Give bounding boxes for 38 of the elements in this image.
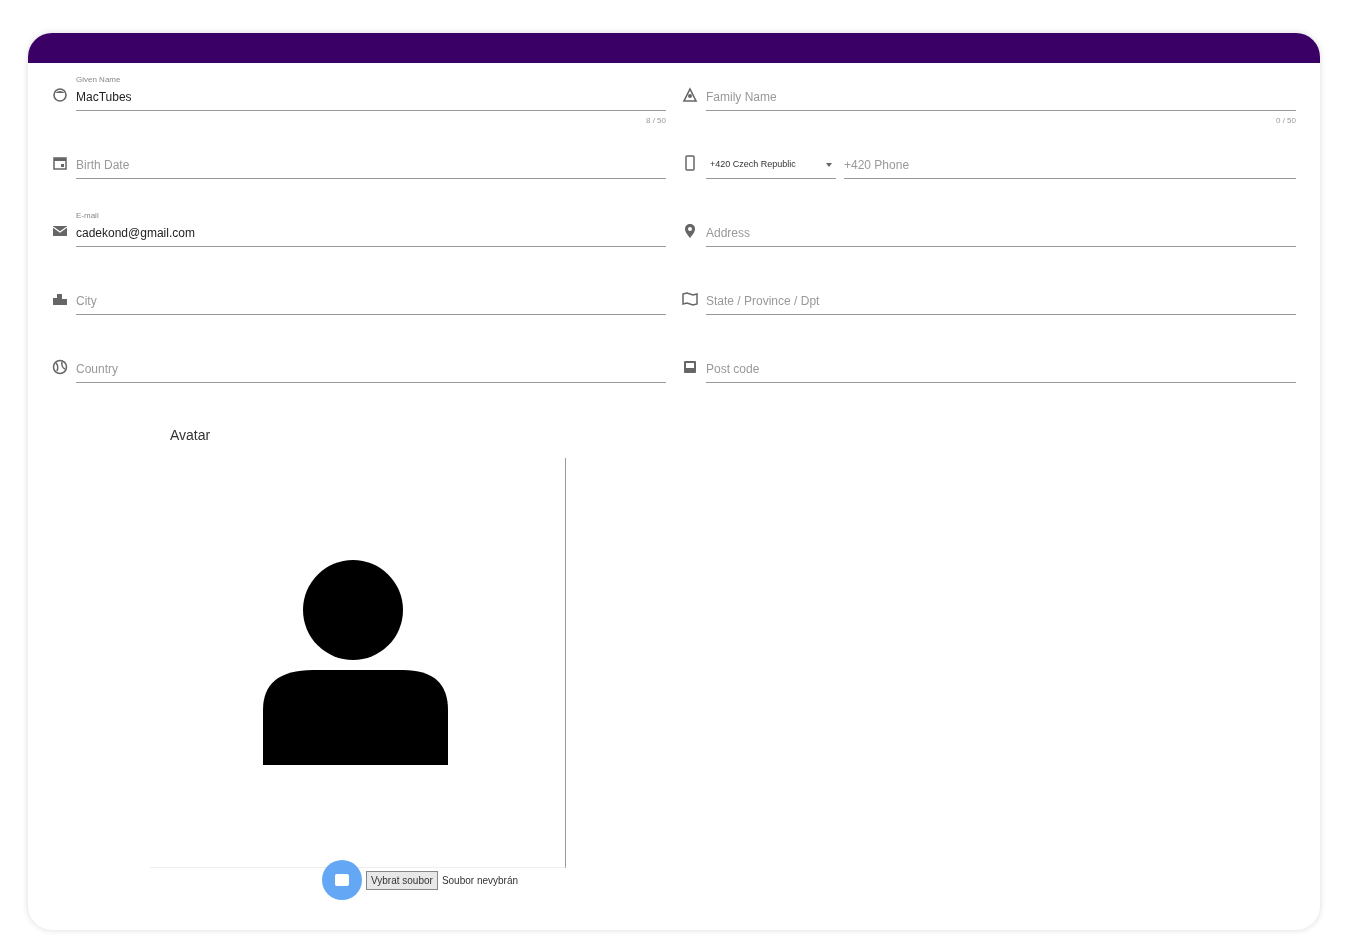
avatar-label: Avatar <box>170 426 212 445</box>
field-placeholder: City <box>76 293 98 310</box>
field-placeholder: State / Province / Dpt <box>706 293 821 310</box>
field-value: cadekond@gmail.com <box>76 225 196 242</box>
text-field[interactable]: Post code <box>706 343 1296 383</box>
city-icon <box>52 291 68 307</box>
field-placeholder: Country <box>76 361 120 378</box>
character-counter: 0 / 50 <box>1276 115 1296 127</box>
choose-file-button[interactable]: Vybrat soubor <box>366 870 438 890</box>
field-placeholder: Address <box>706 225 752 242</box>
character-counter: 8 / 50 <box>646 115 666 127</box>
text-field[interactable]: E-mail cadekond@gmail.com <box>76 207 666 247</box>
calendar-icon <box>52 155 68 171</box>
text-field[interactable]: Address <box>706 207 1296 247</box>
field-label: E-mail <box>76 212 100 220</box>
location-pin-icon <box>682 223 698 239</box>
text-field[interactable]: Country <box>76 343 666 383</box>
text-field[interactable]: State / Province / Dpt <box>706 275 1296 315</box>
field-label: Given Name <box>76 76 122 84</box>
text-field[interactable]: City <box>76 275 666 315</box>
text-field[interactable]: Family Name <box>706 71 1296 111</box>
text-field[interactable]: Given Name MacTubes <box>76 71 666 111</box>
text-field[interactable]: Birth Date <box>76 139 666 179</box>
map-icon <box>682 291 698 307</box>
file-status: Soubor nevybrán <box>441 873 519 888</box>
upload-button[interactable] <box>322 860 362 900</box>
text-field[interactable]: +420 Phone <box>844 139 1296 179</box>
field-value: MacTubes <box>76 89 133 106</box>
country-select[interactable]: +420 Czech Republic <box>706 151 836 179</box>
image-icon <box>335 874 349 886</box>
field-placeholder: Post code <box>706 361 761 378</box>
mailbox-icon <box>682 359 698 375</box>
mail-icon <box>52 223 68 239</box>
phone-icon <box>682 155 698 171</box>
field-placeholder: +420 Phone <box>844 157 911 174</box>
field-placeholder: Birth Date <box>76 157 131 174</box>
dropdown-caret-icon <box>826 162 832 167</box>
field-placeholder: Family Name <box>706 89 778 106</box>
